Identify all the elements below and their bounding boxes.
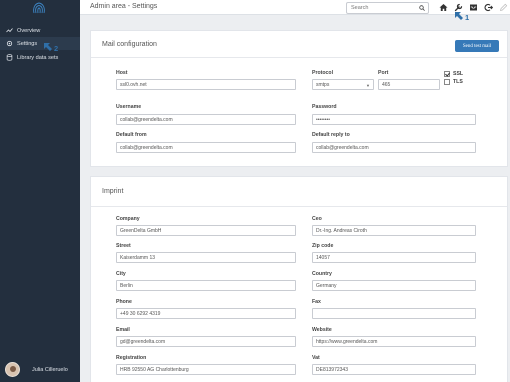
user-name: Julia Cilleruelo <box>32 366 68 373</box>
username-label: Username <box>116 104 142 110</box>
arrow-icon <box>44 43 52 51</box>
ceo-label: Ceo <box>312 216 322 222</box>
fingerprint-logo-icon <box>33 2 45 14</box>
pencil-icon[interactable] <box>498 2 509 13</box>
default-reply-to-label: Default reply to <box>312 132 350 138</box>
annotation-arrow-2: 2 <box>43 42 58 53</box>
street-label: Street <box>116 243 131 249</box>
sidebar-item-settings[interactable]: Settings <box>0 37 80 50</box>
annotation-arrow-1: 1 <box>454 11 469 22</box>
sidebar-item-label: Library data sets <box>17 54 59 61</box>
send-test-mail-button[interactable]: Send test mail <box>455 40 499 52</box>
registration-label: Registration <box>116 355 147 361</box>
fax-label: Fax <box>312 299 321 305</box>
zip-code-label: Zip code <box>312 243 334 249</box>
home-icon[interactable] <box>438 2 449 13</box>
chevron-down-icon: ▼ <box>366 83 370 88</box>
inbox-icon[interactable] <box>468 2 479 13</box>
sidebar-item-overview[interactable]: Overview <box>0 24 80 37</box>
annotation-label: 2 <box>54 44 59 53</box>
card-header: Mail configuration Send test mail <box>91 31 507 58</box>
protocol-value: smtps <box>316 81 330 88</box>
city-label: City <box>116 271 126 277</box>
database-icon <box>6 54 13 61</box>
website-label: Website <box>312 327 332 333</box>
tls-checkbox[interactable] <box>444 79 450 85</box>
ssl-checkbox[interactable] <box>444 71 450 77</box>
company-label: Company <box>116 216 140 222</box>
email-label: Email <box>116 327 130 333</box>
search-input[interactable] <box>347 3 415 13</box>
host-field[interactable]: ssl0.ovh.net <box>116 79 296 90</box>
vat-label: Vat <box>312 355 320 361</box>
logout-icon[interactable] <box>483 2 494 13</box>
avatar <box>5 362 20 377</box>
arrow-icon <box>455 12 463 20</box>
card-title: Mail configuration <box>102 41 157 48</box>
vat-field[interactable]: DE813972343 <box>312 364 476 375</box>
port-field[interactable]: 465 <box>378 79 440 90</box>
sidebar-item-label: Overview <box>17 27 41 34</box>
password-label: Password <box>312 104 337 110</box>
zip-code-field[interactable]: 14057 <box>312 252 476 263</box>
default-from-field[interactable]: collab@greendelta.com <box>116 142 296 153</box>
default-from-label: Default from <box>116 132 147 138</box>
username-field[interactable]: collab@greendelta.com <box>116 114 296 125</box>
card-header: Imprint <box>91 177 507 207</box>
phone-field[interactable]: +49 30 6292 4319 <box>116 308 296 319</box>
protocol-select[interactable]: smtps ▼ <box>312 79 374 90</box>
card-title: Imprint <box>102 188 124 195</box>
top-bar: Admin area - Settings <box>80 0 510 15</box>
user-profile[interactable]: Julia Cilleruelo <box>5 362 68 377</box>
street-field[interactable]: Kaiserdamm 13 <box>116 252 296 263</box>
country-field[interactable]: Germany <box>312 280 476 291</box>
website-field[interactable]: https://www.greendelta.com <box>312 336 476 347</box>
email-field[interactable]: gd@greendelta.com <box>116 336 296 347</box>
registration-field[interactable]: HRB 92550 AG Charlottenburg <box>116 364 296 375</box>
fax-field[interactable] <box>312 308 476 319</box>
protocol-label: Protocol <box>312 70 334 76</box>
sidebar-item-library-data-sets[interactable]: Library data sets <box>0 51 80 64</box>
port-label: Port <box>378 70 389 76</box>
annotation-label: 1 <box>465 13 470 22</box>
search-icon[interactable] <box>419 5 425 11</box>
mail-configuration-card: Mail configuration Send test mail Host s… <box>90 30 508 167</box>
city-field[interactable]: Berlin <box>116 280 296 291</box>
imprint-card: Imprint Company GreenDelta GmbH Ceo Dr.-… <box>90 176 508 382</box>
ceo-field[interactable]: Dr.-Ing. Andreas Ciroth <box>312 225 476 236</box>
host-label: Host <box>116 70 128 76</box>
chart-icon <box>6 27 13 34</box>
default-reply-to-field[interactable]: collab@greendelta.com <box>312 142 476 153</box>
company-field[interactable]: GreenDelta GmbH <box>116 225 296 236</box>
country-label: Country <box>312 271 332 277</box>
tls-label: TLS <box>453 79 463 85</box>
page-title: Admin area - Settings <box>90 3 158 10</box>
sidebar: Overview Settings Library data sets Juli… <box>0 0 80 382</box>
phone-label: Phone <box>116 299 132 305</box>
gear-icon <box>6 40 13 47</box>
search-box[interactable] <box>346 2 429 14</box>
password-field[interactable]: •••••••• <box>312 114 476 125</box>
ssl-label: SSL <box>453 71 464 77</box>
sidebar-item-label: Settings <box>17 40 38 47</box>
